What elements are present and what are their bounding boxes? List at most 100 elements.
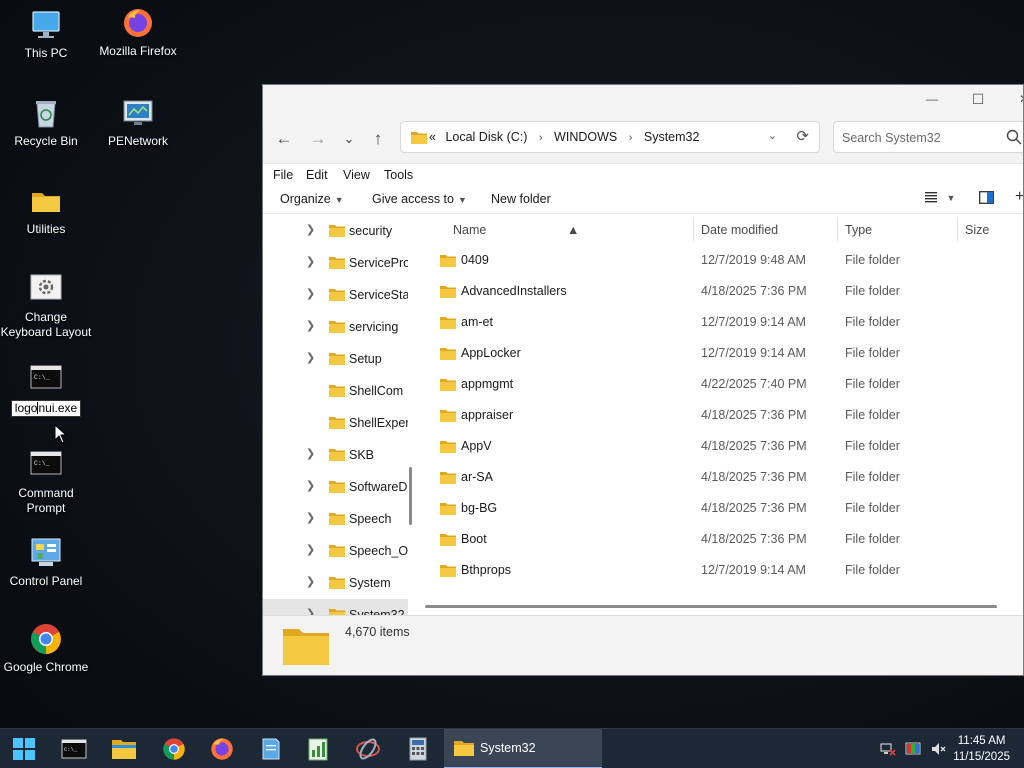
crumb-local-disk[interactable]: Local Disk (C:) <box>445 130 527 144</box>
file-row[interactable]: AdvancedInstallers 4/18/2025 7:36 PM File … <box>419 276 1023 307</box>
folder-icon[interactable] <box>110 735 138 763</box>
chevron-right-icon[interactable]: ❯ <box>306 255 315 268</box>
file-row[interactable]: appraiser 4/18/2025 7:36 PM File folder <box>419 400 1023 431</box>
desktop-icon-recycle-bin[interactable]: Recycle Bin <box>0 96 92 149</box>
chevron-right-icon[interactable]: ❯ <box>306 479 315 492</box>
horizontal-scrollbar[interactable] <box>425 605 997 608</box>
up-button[interactable]: ↑ <box>366 128 390 152</box>
navigation-pane-scrollbar[interactable] <box>409 467 412 525</box>
file-name: am-et <box>461 315 493 329</box>
tree-item[interactable]: ShellCom <box>263 375 408 407</box>
desktop-icon-command-prompt[interactable]: C:\_ Command Prompt <box>0 448 92 516</box>
more-options-icon[interactable]: + <box>1015 188 1023 206</box>
tree-item[interactable]: ❯ SKB <box>263 439 408 471</box>
desktop-icon-change-keyboard-layout[interactable]: Change Keyboard Layout <box>0 272 92 340</box>
search-input[interactable] <box>842 129 992 146</box>
tree-item[interactable]: ShellExper <box>263 407 408 439</box>
rename-field[interactable]: logonui.exe <box>10 400 82 417</box>
desktop-icon-google-chrome[interactable]: Google Chrome <box>0 622 92 675</box>
menu-file[interactable]: File <box>273 168 293 182</box>
tree-item[interactable]: ❯ ServicePro <box>263 247 408 279</box>
view-options-button[interactable]: ▼ <box>923 190 955 207</box>
recent-locations-button[interactable]: ⌄ <box>337 128 361 152</box>
refresh-icon[interactable]: ⟳ <box>796 127 809 145</box>
chart-icon[interactable] <box>304 735 332 763</box>
search-box[interactable] <box>833 121 1023 153</box>
tree-item[interactable]: ❯ System <box>263 567 408 599</box>
close-button[interactable]: ✕ <box>1001 85 1023 115</box>
volume-muted-icon[interactable] <box>930 741 946 760</box>
new-folder-button[interactable]: New folder <box>491 192 551 206</box>
tree-item[interactable]: ❯ SoftwareD <box>263 471 408 503</box>
chrome-icon[interactable] <box>160 735 188 763</box>
menu-tools[interactable]: Tools <box>384 168 413 182</box>
chevron-right-icon[interactable]: ❯ <box>306 575 315 588</box>
minimize-button[interactable]: — <box>909 85 955 115</box>
column-name[interactable]: Name <box>453 223 486 237</box>
file-row[interactable]: AppV 4/18/2025 7:36 PM File folder <box>419 431 1023 462</box>
system-clock[interactable]: 11:45 AM 11/15/2025 <box>953 733 1010 765</box>
chevron-right-icon[interactable]: › <box>629 132 633 144</box>
search-icon[interactable] <box>1006 129 1022 148</box>
file-row[interactable]: ar-SA 4/18/2025 7:36 PM File folder <box>419 462 1023 493</box>
tree-item[interactable]: ❯ servicing <box>263 311 408 343</box>
maximize-button[interactable]: ☐ <box>955 85 1001 115</box>
chevron-down-icon[interactable]: ⌄ <box>768 129 777 142</box>
chevron-right-icon[interactable]: ❯ <box>306 543 315 556</box>
chevron-right-icon[interactable]: › <box>539 132 543 144</box>
tree-item[interactable]: ❯ Speech <box>263 503 408 535</box>
preview-pane-button[interactable] <box>979 191 994 207</box>
tool-icon[interactable] <box>354 735 382 763</box>
chevron-right-icon[interactable]: ❯ <box>306 351 315 364</box>
desktop-icon-mozilla-firefox[interactable]: Mozilla Firefox <box>92 6 184 59</box>
firefox-icon[interactable] <box>208 735 236 763</box>
chevron-right-icon[interactable]: ❯ <box>306 223 315 236</box>
recycle-bin-icon <box>29 96 63 130</box>
tree-item[interactable]: ❯ ServiceSta <box>263 279 408 311</box>
network-disconnected-icon[interactable] <box>880 741 896 760</box>
file-row[interactable]: bg-BG 4/18/2025 7:36 PM File folder <box>419 493 1023 524</box>
chevron-right-icon[interactable]: ❯ <box>306 287 315 300</box>
forward-button[interactable]: → <box>306 128 330 152</box>
column-divider[interactable] <box>693 217 694 241</box>
menu-edit[interactable]: Edit <box>306 168 328 182</box>
chevron-right-icon[interactable]: ❯ <box>306 319 315 332</box>
calculator-icon[interactable] <box>404 735 432 763</box>
column-type[interactable]: Type <box>845 223 872 237</box>
column-date-modified[interactable]: Date modified <box>701 223 778 237</box>
file-row[interactable]: 0409 12/7/2019 9:48 AM File folder <box>419 245 1023 276</box>
desktop-icon-penetwork[interactable]: PENetwork <box>92 96 184 149</box>
crumb-system32[interactable]: System32 <box>644 130 700 144</box>
back-button[interactable]: ← <box>272 128 296 152</box>
console-icon[interactable]: C:\_ <box>60 735 88 763</box>
crumb-windows[interactable]: WINDOWS <box>554 130 617 144</box>
desktop-icon-this-pc[interactable]: This PC <box>0 8 92 61</box>
overflow-crumb[interactable]: « <box>429 130 436 144</box>
file-row[interactable]: am-et 12/7/2019 9:14 AM File folder <box>419 307 1023 338</box>
tree-item[interactable]: ❯ Speech_O <box>263 535 408 567</box>
notepad-icon[interactable] <box>256 735 284 763</box>
desktop-icon-logonui[interactable]: C:\_ logonui.exe <box>0 362 92 417</box>
color-display-icon[interactable] <box>905 741 921 760</box>
desktop-icon-control-panel[interactable]: Control Panel <box>0 536 92 589</box>
chevron-right-icon[interactable]: ❯ <box>306 511 315 524</box>
column-divider[interactable] <box>837 217 838 241</box>
column-divider[interactable] <box>957 217 958 241</box>
chevron-right-icon[interactable]: ❯ <box>306 607 315 615</box>
menu-view[interactable]: View <box>343 168 370 182</box>
organize-button[interactable]: Organize ▼ <box>280 192 344 206</box>
file-row[interactable]: Bthprops 12/7/2019 9:14 AM File folder <box>419 555 1023 586</box>
desktop-icon-utilities[interactable]: Utilities <box>0 184 92 237</box>
file-row[interactable]: AppLocker 12/7/2019 9:14 AM File folder <box>419 338 1023 369</box>
file-row[interactable]: Boot 4/18/2025 7:36 PM File folder <box>419 524 1023 555</box>
column-size[interactable]: Size <box>965 223 989 237</box>
give-access-button[interactable]: Give access to ▼ <box>372 192 467 206</box>
tree-item[interactable]: ❯ System32 <box>263 599 408 615</box>
tree-item[interactable]: ❯ security <box>263 215 408 247</box>
address-bar[interactable]: « Local Disk (C:) › WINDOWS › System32 ⌄… <box>400 121 820 153</box>
start-icon[interactable] <box>10 735 38 763</box>
taskbar-window-system32[interactable]: System32 <box>444 729 602 768</box>
chevron-right-icon[interactable]: ❯ <box>306 447 315 460</box>
tree-item[interactable]: ❯ Setup <box>263 343 408 375</box>
file-row[interactable]: appmgmt 4/22/2025 7:40 PM File folder <box>419 369 1023 400</box>
